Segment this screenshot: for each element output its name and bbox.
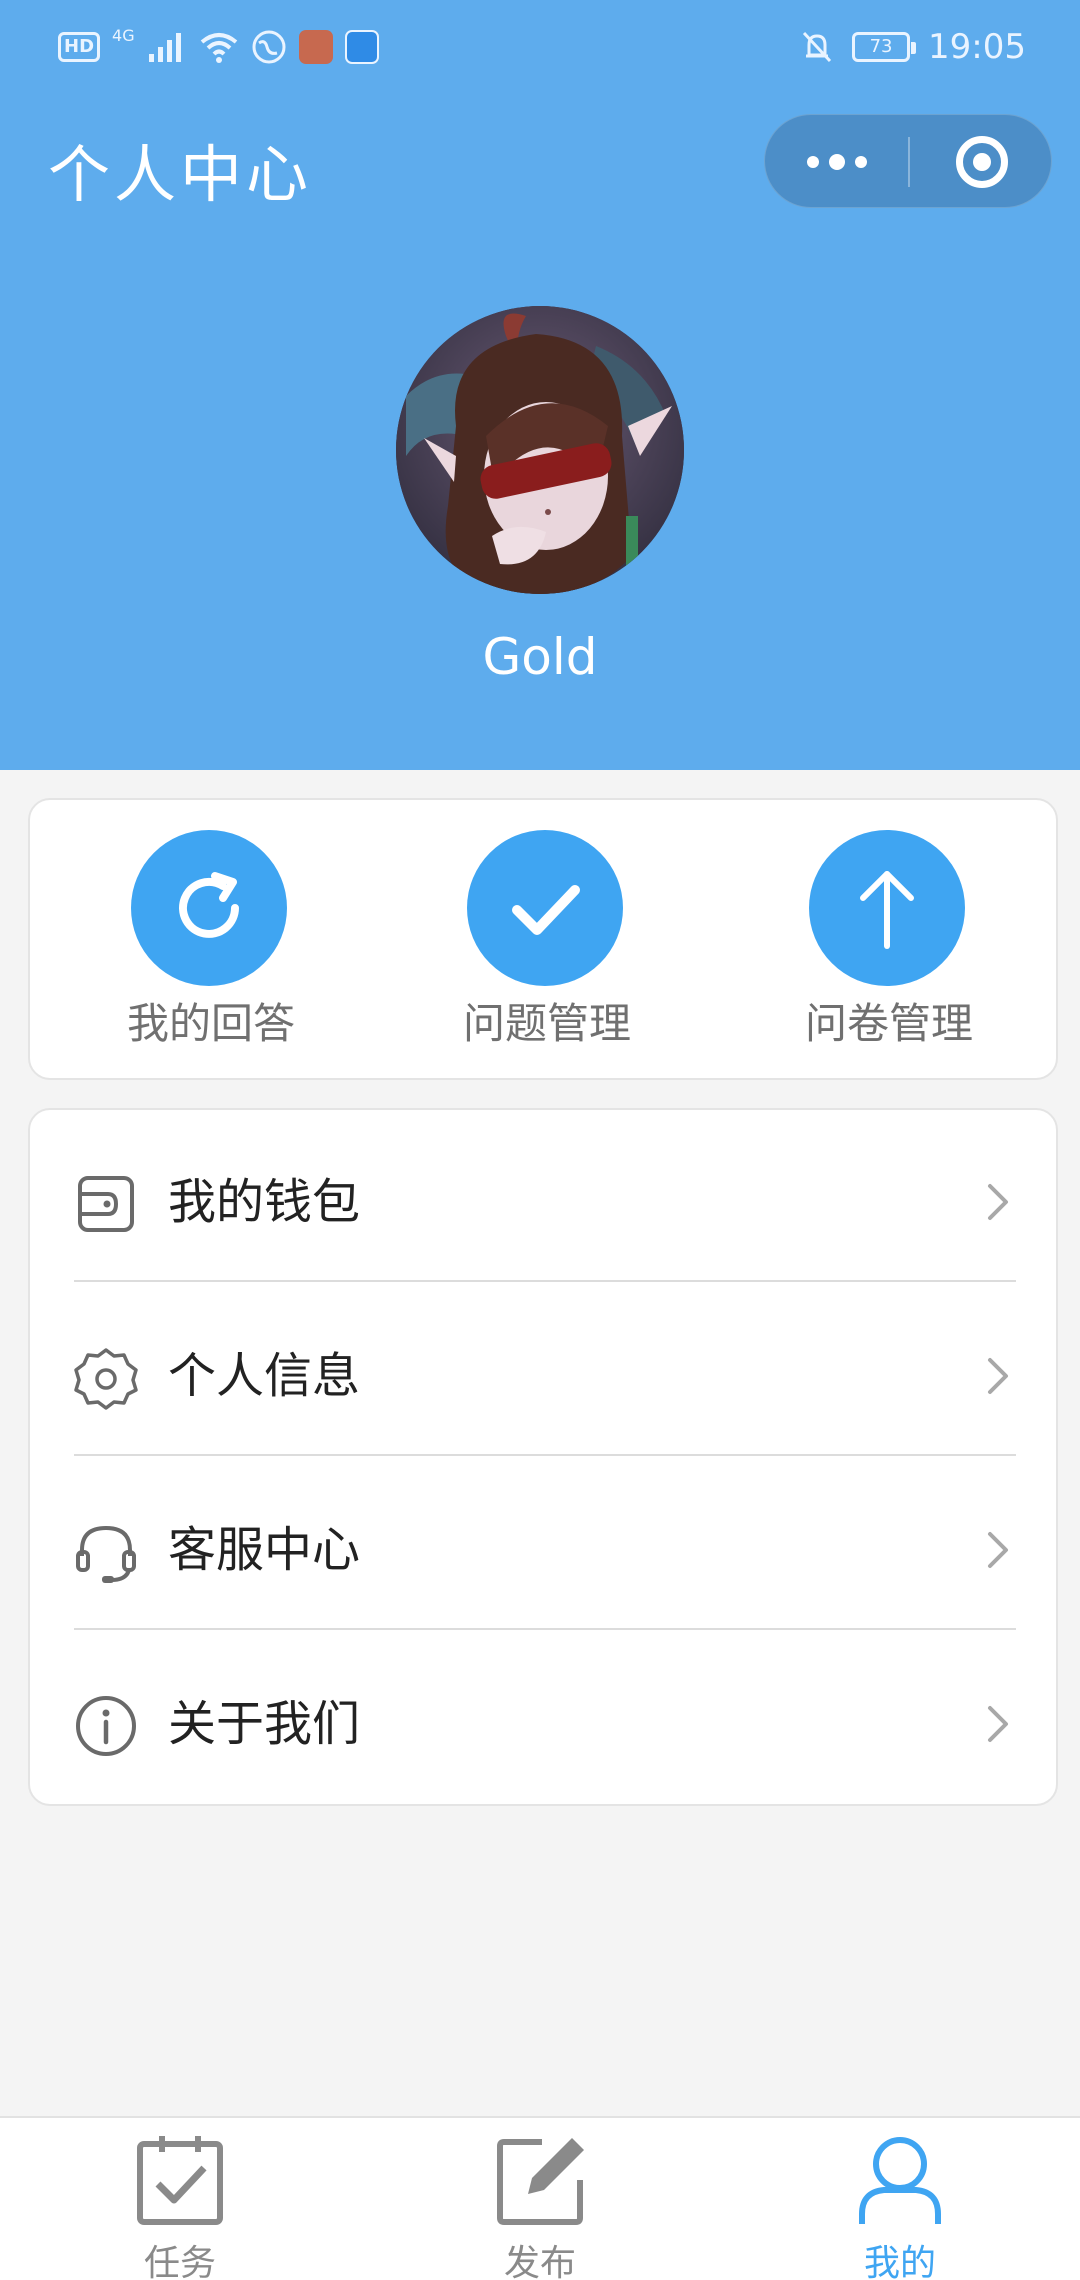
close-button[interactable] bbox=[910, 115, 1053, 209]
gear-icon bbox=[74, 1348, 138, 1410]
menu-item-about-us[interactable]: 关于我们 bbox=[30, 1632, 1060, 1804]
bottom-tab-bar: 任务 发布 我的 bbox=[0, 2116, 1080, 2280]
battery-indicator: 73 bbox=[852, 32, 917, 62]
quick-action-survey-manage[interactable]: 问卷管理 bbox=[769, 830, 1009, 1060]
avatar[interactable] bbox=[396, 306, 684, 594]
menu-item-wallet[interactable]: 我的钱包 bbox=[30, 1110, 1060, 1282]
status-bar: HD 4G 73 19:05 bbox=[0, 0, 1080, 92]
hd-indicator: HD bbox=[58, 32, 101, 62]
arrow-up-icon bbox=[809, 830, 965, 986]
quick-action-question-manage[interactable]: 问题管理 bbox=[427, 830, 667, 1060]
divider bbox=[74, 1454, 1016, 1456]
refresh-icon bbox=[131, 830, 287, 986]
profile-header: HD 4G 73 19:05 个人中心 Gold bbox=[0, 0, 1080, 770]
cloud-app-icon bbox=[344, 30, 379, 64]
user-icon bbox=[859, 2137, 941, 2224]
edit-icon bbox=[497, 2138, 584, 2225]
chevron-right-icon bbox=[988, 1532, 1008, 1568]
tab-label: 发布 bbox=[503, 2243, 576, 2280]
check-icon bbox=[467, 830, 623, 986]
menu-item-personal-info[interactable]: 个人信息 bbox=[30, 1284, 1060, 1456]
mute-bell-icon bbox=[802, 31, 832, 63]
globe-icon bbox=[252, 30, 286, 64]
quick-action-label: 问卷管理 bbox=[804, 999, 973, 1048]
page-title: 个人中心 bbox=[48, 138, 313, 211]
quick-actions-card: 我的回答 问题管理 问卷管理 bbox=[28, 798, 1058, 1080]
more-button[interactable] bbox=[765, 115, 908, 209]
health-app-icon bbox=[298, 30, 333, 64]
miniprogram-capsule bbox=[764, 114, 1052, 208]
quick-action-label: 我的回答 bbox=[126, 999, 295, 1048]
menu-item-label: 关于我们 bbox=[168, 1696, 361, 1752]
username: Gold bbox=[482, 628, 598, 686]
task-icon bbox=[137, 2136, 223, 2225]
more-dot-icon bbox=[828, 154, 845, 170]
info-icon bbox=[76, 1696, 136, 1756]
menu-item-label: 个人信息 bbox=[168, 1348, 361, 1404]
menu-item-label: 我的钱包 bbox=[168, 1174, 361, 1230]
chevron-right-icon bbox=[988, 1184, 1008, 1220]
menu-item-label: 客服中心 bbox=[168, 1522, 361, 1578]
tab-task[interactable]: 任务 bbox=[48, 2118, 308, 2280]
tab-label: 我的 bbox=[863, 2243, 936, 2280]
more-dot-icon bbox=[854, 156, 867, 168]
quick-action-my-answers[interactable]: 我的回答 bbox=[91, 830, 331, 1060]
chevron-right-icon bbox=[988, 1358, 1008, 1394]
menu-list: 我的钱包 个人信息 客服中心 关于我们 bbox=[28, 1108, 1058, 1806]
tab-publish[interactable]: 发布 bbox=[408, 2118, 668, 2280]
divider bbox=[74, 1280, 1016, 1282]
tab-mine[interactable]: 我的 bbox=[768, 2118, 1028, 2280]
headset-icon bbox=[76, 1525, 136, 1583]
avatar-image bbox=[396, 306, 684, 594]
network-type: 4G bbox=[112, 25, 135, 45]
menu-item-customer-service[interactable]: 客服中心 bbox=[30, 1458, 1060, 1630]
chevron-right-icon bbox=[988, 1706, 1008, 1742]
divider bbox=[74, 1628, 1016, 1630]
more-dot-icon bbox=[806, 156, 819, 168]
clock: 19:05 bbox=[928, 27, 1026, 67]
wifi-icon bbox=[200, 33, 237, 63]
tab-label: 任务 bbox=[143, 2243, 216, 2280]
quick-action-label: 问题管理 bbox=[462, 999, 631, 1048]
signal-icon bbox=[148, 33, 181, 62]
target-icon bbox=[955, 136, 1008, 188]
wallet-icon bbox=[78, 1176, 134, 1232]
